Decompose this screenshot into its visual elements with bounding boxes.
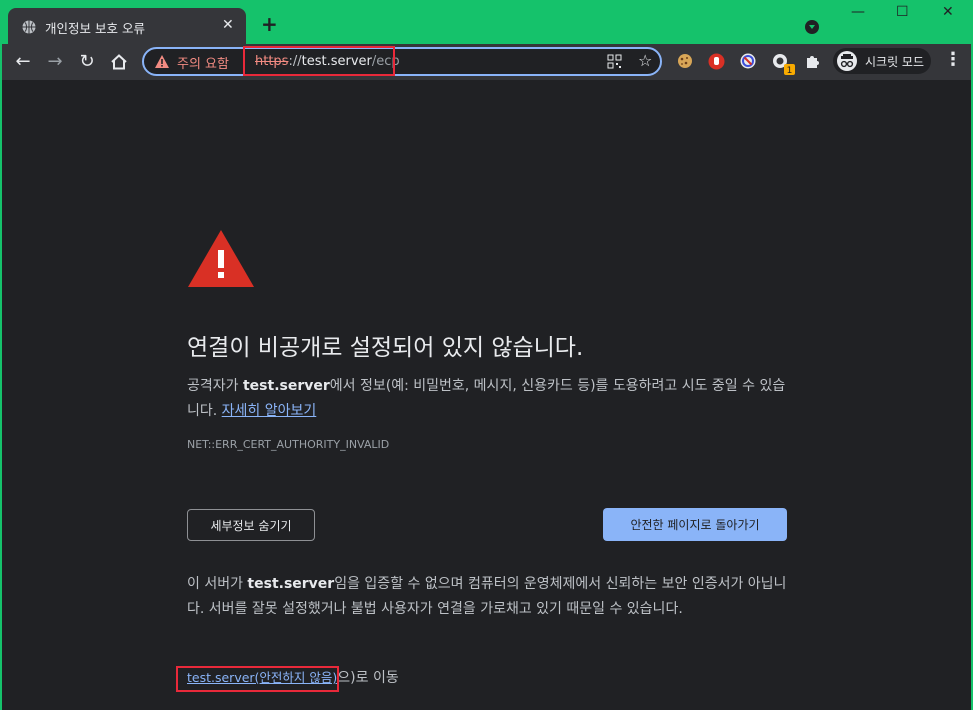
extension-badge-icon[interactable]: 1 (772, 53, 796, 81)
desc-text: 공격자가 (187, 378, 243, 394)
details-text: 이 서버가 test.server임을 입증할 수 없으며 컴퓨터의 운영체제에… (187, 572, 787, 622)
warning-icon[interactable] (154, 54, 170, 73)
active-tab[interactable]: 개인정보 보호 오류 ✕ (8, 8, 246, 44)
tab-search-icon[interactable] (805, 20, 819, 34)
home-icon[interactable] (107, 50, 131, 74)
warning-icon (188, 230, 254, 291)
hide-details-button[interactable]: 세부정보 숨기기 (187, 509, 315, 541)
desc-host: test.server (242, 378, 330, 394)
back-to-safety-button[interactable]: 안전한 페이지로 돌아가기 (603, 508, 787, 541)
address-bar[interactable]: 주의 요함 https://test.server/ecp ☆ (142, 47, 662, 76)
reload-icon[interactable]: ↻ (75, 50, 99, 74)
maximize-button[interactable]: ☐ (896, 4, 909, 20)
block-icon[interactable] (740, 53, 756, 73)
forward-icon[interactable]: → (43, 50, 67, 74)
incognito-icon (837, 51, 857, 71)
globe-icon (22, 19, 36, 38)
error-code: NET::ERR_CERT_AUTHORITY_INVALID (187, 438, 390, 451)
error-page: 연결이 비공개로 설정되어 있지 않습니다. 공격자가 test.server에… (2, 80, 971, 710)
tab-close-icon[interactable]: ✕ (222, 18, 234, 32)
close-window-button[interactable]: ✕ (942, 4, 954, 20)
minimize-button[interactable]: — (851, 4, 865, 20)
browser-toolbar: ← → ↻ 주의 요함 https://test.server/ecp ☆ 1 … (2, 44, 971, 80)
menu-icon[interactable]: ⋮ (944, 51, 962, 69)
details-part: 이 서버가 (187, 576, 248, 592)
back-icon[interactable]: ← (11, 50, 35, 74)
puzzle-icon[interactable] (804, 53, 821, 74)
star-icon[interactable]: ☆ (638, 51, 652, 70)
tab-title: 개인정보 보호 오류 (45, 21, 145, 36)
url-highlight-box (243, 46, 395, 76)
error-description: 공격자가 test.server에서 정보(예: 비밀번호, 메시지, 신용카드… (187, 374, 787, 424)
security-chip-label[interactable]: 주의 요함 (177, 53, 229, 72)
proceed-link-highlight-box (176, 666, 339, 692)
learn-more-link[interactable]: 자세히 알아보기 (222, 403, 317, 419)
incognito-indicator[interactable]: 시크릿 모드 (833, 48, 931, 74)
qr-icon[interactable] (607, 54, 622, 73)
page-title: 연결이 비공개로 설정되어 있지 않습니다. (187, 335, 584, 361)
proceed-suffix: 으)로 이동 (337, 670, 399, 686)
stop-hand-icon[interactable] (708, 53, 725, 74)
details-host: test.server (247, 576, 335, 592)
cookie-icon[interactable] (677, 53, 693, 73)
extension-badge-count: 1 (787, 66, 793, 76)
incognito-label: 시크릿 모드 (865, 55, 925, 69)
new-tab-button[interactable]: + (261, 14, 278, 34)
